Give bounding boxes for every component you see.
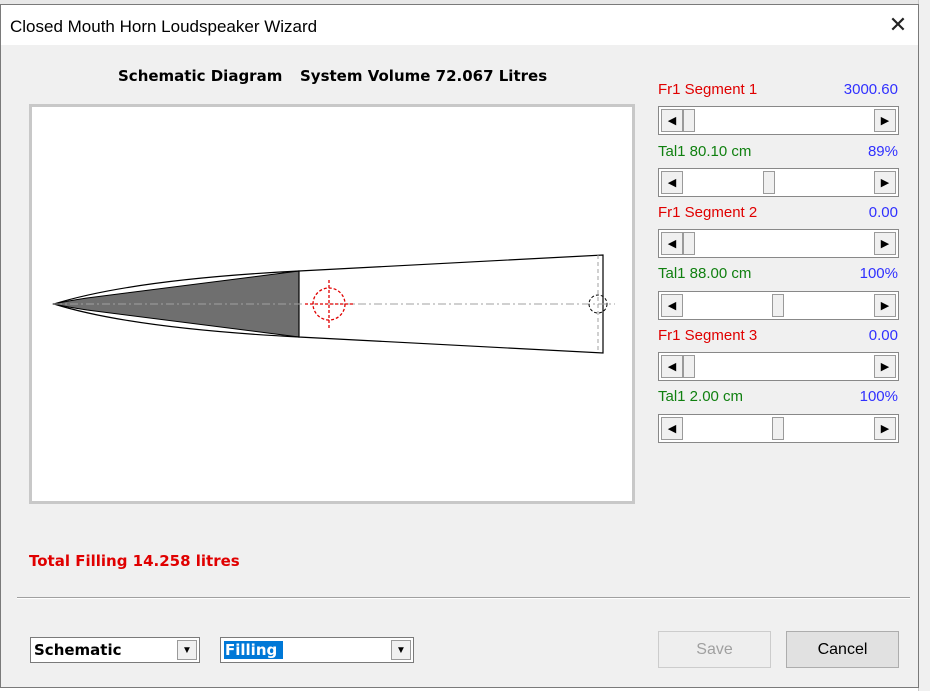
window-title: Closed Mouth Horn Loudspeaker Wizard: [10, 17, 318, 36]
scroll-right-icon[interactable]: ▶: [874, 294, 896, 317]
tal1-segment-2-scrollbar[interactable]: ◀ ▶: [658, 291, 899, 320]
schematic-diagram: [29, 104, 635, 504]
scroll-right-icon[interactable]: ▶: [874, 232, 896, 255]
segment-2-scrollbar[interactable]: ◀ ▶: [658, 229, 899, 258]
scroll-left-icon[interactable]: ◀: [661, 232, 683, 255]
background-window-edge: [918, 0, 930, 691]
tal1-segment-1-value: 89%: [867, 143, 898, 160]
system-volume-heading: System Volume 72.067 Litres: [300, 67, 548, 85]
chevron-down-icon[interactable]: ▼: [391, 640, 411, 660]
fr1-segment-2-label: Fr1 Segment 2: [658, 204, 758, 221]
schematic-heading: Schematic Diagram: [118, 67, 283, 85]
mode-select[interactable]: Filling ▼: [220, 637, 414, 663]
cancel-button[interactable]: Cancel: [786, 631, 899, 668]
view-select[interactable]: Schematic ▼: [30, 637, 200, 663]
close-icon[interactable]: ✕: [881, 9, 915, 41]
horn-schematic: [51, 254, 615, 354]
tal1-segment-3-scrollbar[interactable]: ◀ ▶: [658, 414, 899, 443]
scroll-right-icon[interactable]: ▶: [874, 109, 896, 132]
scroll-right-icon[interactable]: ▶: [874, 171, 896, 194]
scroll-thumb[interactable]: [772, 417, 784, 440]
total-filling: Total Filling 14.258 litres: [29, 552, 240, 570]
tal1-segment-1-scrollbar[interactable]: ◀ ▶: [658, 168, 899, 197]
scroll-thumb[interactable]: [683, 355, 695, 378]
segment-1-scrollbar[interactable]: ◀ ▶: [658, 106, 899, 135]
scroll-right-icon[interactable]: ▶: [874, 355, 896, 378]
scroll-left-icon[interactable]: ◀: [661, 355, 683, 378]
scroll-thumb[interactable]: [772, 294, 784, 317]
scroll-left-icon[interactable]: ◀: [661, 294, 683, 317]
scroll-left-icon[interactable]: ◀: [661, 417, 683, 440]
tal1-segment-1-label: Tal1 80.10 cm: [658, 143, 752, 160]
view-select-value: Schematic: [34, 641, 122, 659]
tal1-segment-3-label: Tal1 2.00 cm: [658, 388, 744, 405]
scroll-left-icon[interactable]: ◀: [661, 109, 683, 132]
save-button[interactable]: Save: [658, 631, 771, 668]
title-bar: Closed Mouth Horn Loudspeaker Wizard ✕: [1, 5, 918, 45]
tal1-segment-2-value: 100%: [859, 265, 898, 282]
fr1-segment-2-value: 0.00: [868, 204, 898, 221]
fr1-segment-1-value: 3000.60: [843, 81, 898, 98]
tal1-segment-3-value: 100%: [859, 388, 898, 405]
scroll-thumb[interactable]: [763, 171, 775, 194]
scroll-thumb[interactable]: [683, 232, 695, 255]
chevron-down-icon[interactable]: ▼: [177, 640, 197, 660]
scroll-right-icon[interactable]: ▶: [874, 417, 896, 440]
mode-select-value: Filling: [224, 641, 284, 659]
wizard-dialog: Closed Mouth Horn Loudspeaker Wizard ✕ S…: [0, 4, 919, 688]
scroll-thumb[interactable]: [683, 109, 695, 132]
scroll-left-icon[interactable]: ◀: [661, 171, 683, 194]
fr1-segment-3-label: Fr1 Segment 3: [658, 327, 758, 344]
fr1-segment-3-value: 0.00: [868, 327, 898, 344]
segment-3-scrollbar[interactable]: ◀ ▶: [658, 352, 899, 381]
fr1-segment-1-label: Fr1 Segment 1: [658, 81, 758, 98]
tal1-segment-2-label: Tal1 88.00 cm: [658, 265, 752, 282]
separator: [17, 597, 910, 599]
